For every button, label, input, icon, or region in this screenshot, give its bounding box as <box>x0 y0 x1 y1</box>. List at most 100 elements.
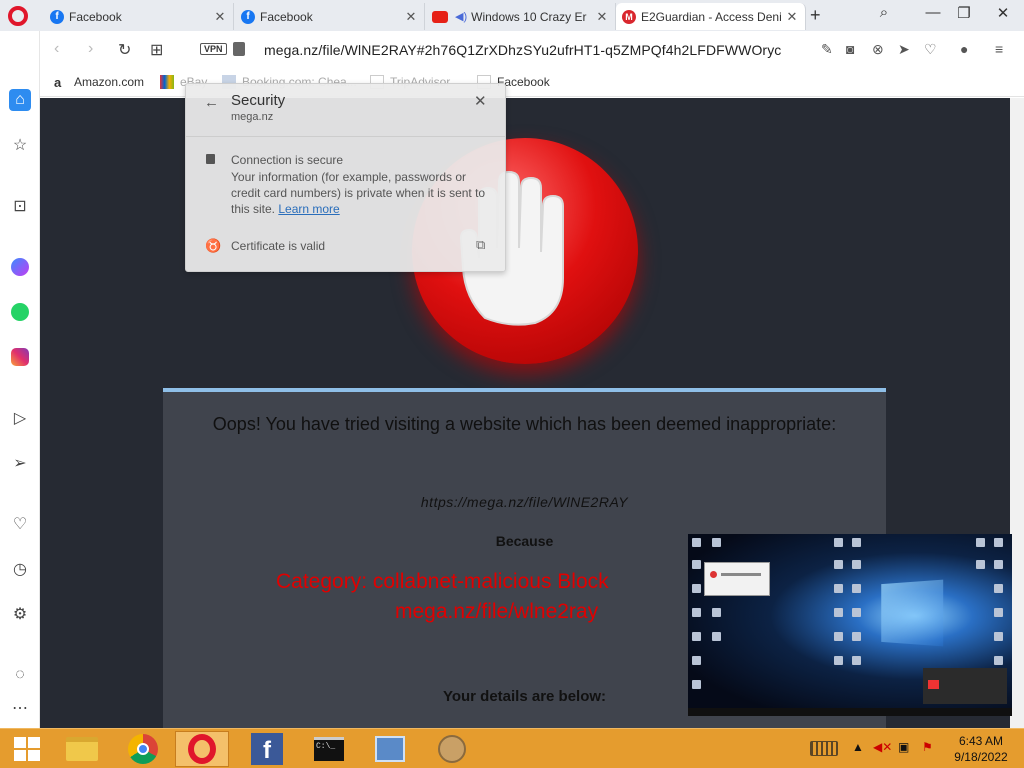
search-tabs-icon[interactable]: ⌕ <box>873 4 895 21</box>
edit-icon[interactable]: ✎ <box>821 41 833 58</box>
back-arrow-icon[interactable]: ← <box>204 94 219 111</box>
messenger-icon[interactable] <box>9 256 31 278</box>
windows-taskbar: f C:\_ ▲ ◀✕ ▣ ⚑ 6:43 AM 9/18/2022 <box>0 728 1024 768</box>
desktop-icon <box>834 656 843 665</box>
system-clock[interactable]: 6:43 AM 9/18/2022 <box>948 733 1014 765</box>
minimize-button[interactable]: — <box>922 4 944 21</box>
clock-date: 9/18/2022 <box>954 750 1008 764</box>
window-close-button[interactable]: ✕ <box>992 4 1014 22</box>
close-icon[interactable]: ✕ <box>785 9 799 25</box>
network-icon <box>375 736 405 762</box>
heart-icon[interactable]: ♡ <box>924 41 937 58</box>
bookmark-amazon[interactable]: a Amazon.com <box>54 75 144 90</box>
block-category: Category: collabnet-malicious Block <box>276 570 609 593</box>
touch-keyboard-icon[interactable] <box>810 741 838 756</box>
close-icon[interactable]: ✕ <box>213 9 227 25</box>
vpn-badge[interactable]: VPN <box>200 43 227 55</box>
chevron-up-icon[interactable]: ▲ <box>852 740 864 754</box>
desktop-icon <box>852 584 861 593</box>
restore-button[interactable]: ❐ <box>953 4 975 22</box>
tab-title: Facebook <box>260 9 313 24</box>
taskbar-command-prompt[interactable]: C:\_ <box>302 731 356 767</box>
block-heading: Oops! You have tried visiting a website … <box>212 414 837 434</box>
taskbar-chrome[interactable] <box>116 731 170 767</box>
external-link-icon[interactable]: ⧉ <box>476 237 485 253</box>
heart-icon[interactable]: ♡ <box>9 513 31 535</box>
close-icon[interactable]: ✕ <box>595 9 609 25</box>
desktop-icon <box>976 538 985 547</box>
tips-icon[interactable]: ◌ <box>9 664 31 686</box>
snapshot-icon[interactable]: ◙ <box>846 41 854 57</box>
page-scrollbar[interactable] <box>1010 98 1024 728</box>
adblock-icon[interactable]: ⊗ <box>872 41 884 58</box>
dialog-text <box>721 573 761 576</box>
desktop-icon <box>852 656 861 665</box>
taskbar-users-app[interactable] <box>425 731 479 767</box>
profile-icon[interactable]: ● <box>960 41 968 57</box>
whatsapp-icon[interactable] <box>9 301 31 323</box>
desktop-icon <box>994 538 1003 547</box>
tab-facebook-2[interactable]: f Facebook ✕ <box>235 3 425 30</box>
certificate-icon: ♉ <box>205 238 222 253</box>
settings-icon[interactable]: ⚙ <box>9 603 31 625</box>
tab-e2guardian[interactable]: M E2Guardian - Access Deni ✕ <box>616 3 806 30</box>
instagram-icon[interactable] <box>9 346 31 368</box>
tab-title: Facebook <box>69 9 122 24</box>
desktop-icon <box>692 632 701 641</box>
send-icon[interactable]: ➢ <box>9 452 31 474</box>
volume-muted-icon[interactable]: ◀✕ <box>873 740 892 754</box>
taskbar-network-app[interactable] <box>363 731 417 767</box>
lock-icon[interactable] <box>233 42 245 56</box>
home-icon[interactable]: ⌂ <box>9 89 31 111</box>
facebook-icon: f <box>251 733 283 765</box>
taskbar-opera[interactable] <box>175 731 229 767</box>
connection-status: Connection is secure <box>231 153 344 167</box>
send-icon[interactable]: ➤ <box>898 41 910 58</box>
star-icon[interactable]: ☆ <box>9 134 31 156</box>
divider <box>186 136 505 137</box>
forward-button[interactable]: › <box>88 40 93 58</box>
windows-wallpaper-logo <box>881 579 944 647</box>
desktop-icon <box>852 560 861 569</box>
speed-dial-icon[interactable]: ⊞ <box>150 40 163 60</box>
error-dialog-thumbnail <box>704 562 770 596</box>
player-icon[interactable]: ▷ <box>9 407 31 429</box>
tab-title: Windows 10 Crazy Er <box>471 9 587 24</box>
easy-setup-icon[interactable]: ≡ <box>995 41 1003 57</box>
taskbar-facebook[interactable]: f <box>240 731 294 767</box>
youtube-icon <box>432 10 448 23</box>
desktop-icon <box>852 632 861 641</box>
back-button[interactable]: ‹ <box>54 40 59 58</box>
start-button[interactable] <box>0 731 54 767</box>
notification-toast-thumbnail <box>923 668 1007 704</box>
close-icon[interactable]: ✕ <box>404 9 418 25</box>
desktop-icon <box>712 538 721 547</box>
desktop-icon <box>994 584 1003 593</box>
tab-title: E2Guardian - Access Deni <box>641 9 782 24</box>
desktop-icon <box>834 560 843 569</box>
facebook-icon: f <box>241 9 255 24</box>
opera-menu-icon[interactable] <box>8 6 28 26</box>
history-icon[interactable]: ◷ <box>9 558 31 580</box>
more-icon[interactable]: ⋯ <box>9 697 31 719</box>
certificate-status[interactable]: Certificate is valid <box>231 239 325 253</box>
address-bar: ‹ › ↻ ⊞ VPN mega.nz/file/WlNE2RAY#2h76Q1… <box>40 31 1024 69</box>
shopping-bag-icon[interactable]: ⊡ <box>9 195 31 217</box>
chrome-icon <box>128 734 158 764</box>
desktop-icon <box>834 632 843 641</box>
new-tab-button[interactable]: + <box>810 5 821 26</box>
reload-button[interactable]: ↻ <box>118 40 131 60</box>
learn-more-link[interactable]: Learn more <box>278 202 339 216</box>
tab-facebook-1[interactable]: f Facebook ✕ <box>44 3 234 30</box>
blocked-url: https://mega.nz/file/WlNE2RAY <box>420 494 629 510</box>
desktop-icon <box>852 538 861 547</box>
tab-youtube[interactable]: ◀) Windows 10 Crazy Er ✕ <box>426 3 616 30</box>
desktop-icon <box>692 656 701 665</box>
url-field[interactable]: mega.nz/file/WlNE2RAY#2h76Q1ZrXDhzSYu2uf… <box>264 42 781 58</box>
action-center-alert-icon[interactable]: ⚑ <box>922 740 933 754</box>
network-tray-icon[interactable]: ▣ <box>898 740 909 754</box>
close-icon[interactable]: ✕ <box>474 92 487 110</box>
ebay-icon <box>160 75 174 89</box>
taskbar-file-explorer[interactable] <box>55 731 109 767</box>
speaker-icon[interactable]: ◀) <box>455 10 467 23</box>
